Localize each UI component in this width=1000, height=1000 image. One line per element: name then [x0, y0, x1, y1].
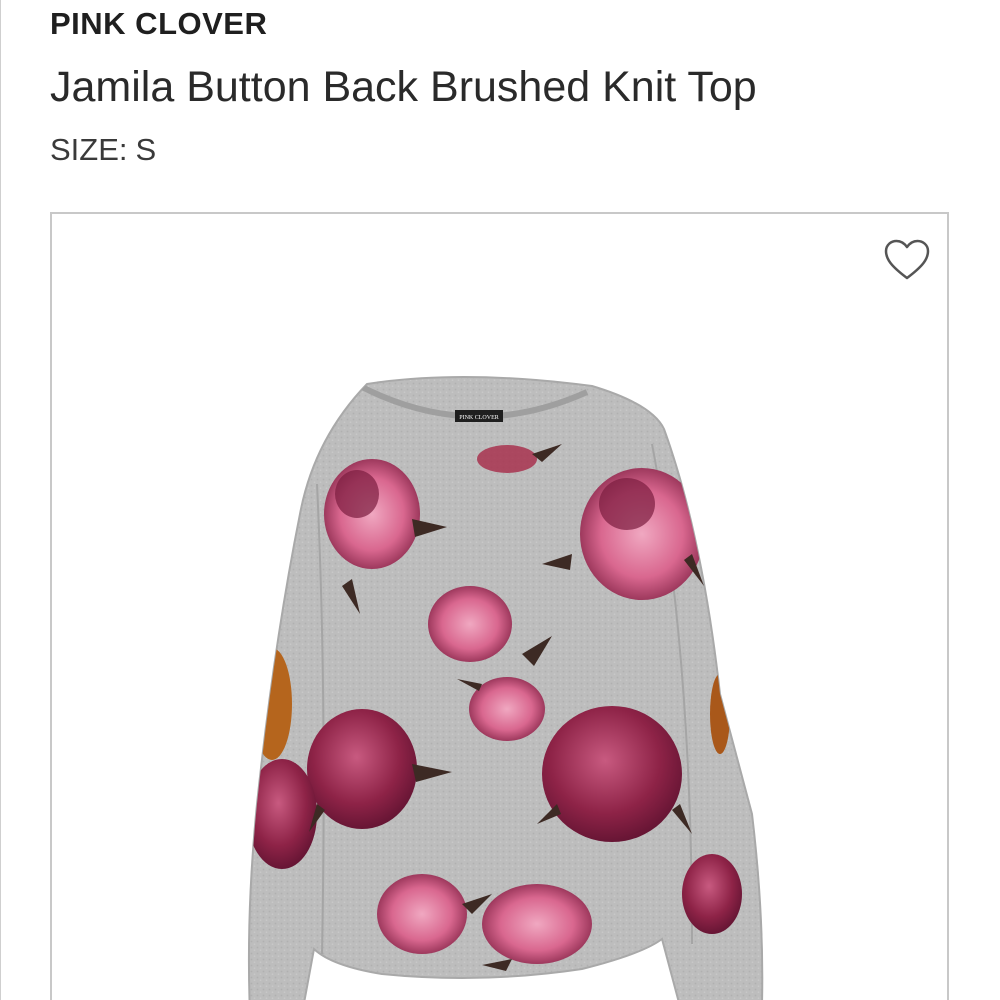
left-divider: [0, 0, 1, 1000]
product-title: Jamila Button Back Brushed Knit Top: [50, 63, 757, 111]
brand-tag-text: PINK CLOVER: [459, 415, 499, 421]
product-image-card[interactable]: PINK CLOVER: [50, 212, 949, 1000]
product-photo: PINK CLOVER: [247, 376, 764, 1000]
size-value: S: [135, 132, 157, 167]
heart-outline-icon[interactable]: [883, 238, 931, 282]
product-size: SIZE: S: [50, 132, 156, 168]
product-brand[interactable]: PINK CLOVER: [50, 6, 267, 42]
product-detail-page: PINK CLOVER Jamila Button Back Brushed K…: [0, 0, 1000, 1000]
size-label: SIZE:: [50, 132, 128, 167]
